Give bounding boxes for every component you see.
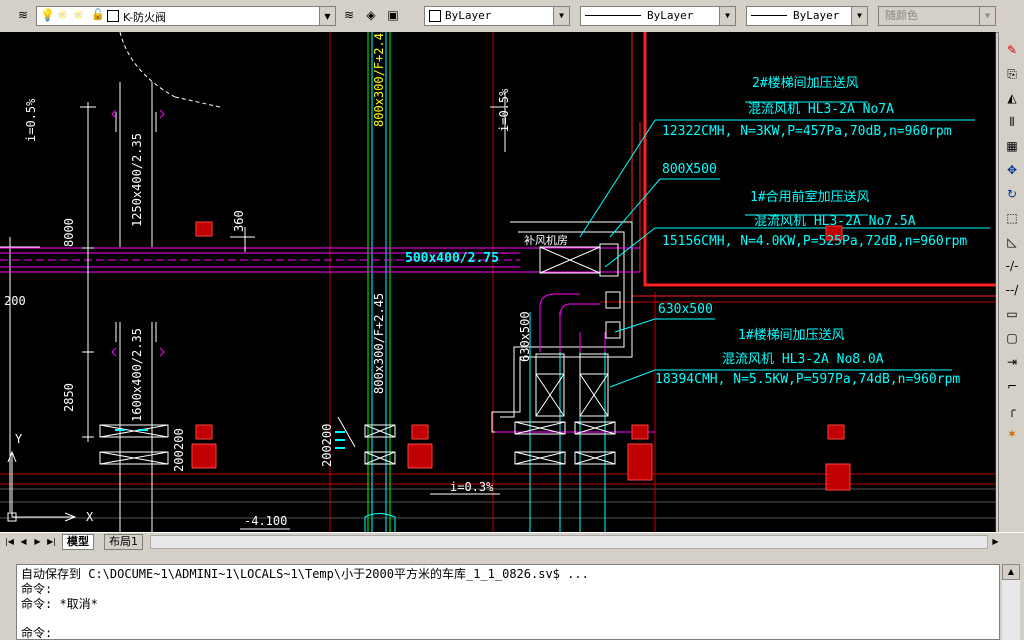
layer-name: K-防火阀 <box>123 11 167 24</box>
chevron-down-icon[interactable]: ▼ <box>319 7 335 25</box>
fan2-title: 2#楼梯间加压送风 <box>752 76 859 91</box>
duct-label-800-mid: 800x300/F+2.45 <box>372 292 386 394</box>
linetype-preview <box>585 15 641 16</box>
command-prompt[interactable]: 命令: <box>21 626 995 639</box>
command-window: 自动保存到 C:\DOCUME~1\ADMINI~1\LOCALS~1\Temp… <box>0 550 1024 640</box>
drawing-canvas[interactable]: i=0.5% i=0.5% i=0.3% 1250x400/2.35 1600x… <box>0 32 996 532</box>
layer-manager-icon[interactable]: ≋ <box>14 6 32 24</box>
fan1a-title: 1#合用前室加压送风 <box>750 190 870 205</box>
duct-label-630: 630x500 <box>518 311 532 362</box>
lineweight-value: ByLayer <box>793 9 840 22</box>
offset-icon[interactable]: ⫴ <box>1002 112 1022 132</box>
dim-label-200-left: 200 <box>4 294 26 308</box>
chevron-down-icon[interactable]: ▼ <box>851 7 867 25</box>
command-line-1: 自动保存到 C:\DOCUME~1\ADMINI~1\LOCALS~1\Temp… <box>21 567 589 581</box>
lock-icon[interactable]: 🔓 <box>91 8 105 21</box>
color-dropdown[interactable]: ByLayer ▼ <box>424 6 570 26</box>
dim-label-360: 360 <box>232 210 246 232</box>
fillet-icon[interactable]: ╭ <box>1002 400 1022 420</box>
array-icon[interactable]: ▦ <box>1002 136 1022 156</box>
command-line-3: 命令: *取消* <box>21 597 98 611</box>
layer-color-swatch <box>107 10 119 22</box>
dim-label-2850: 2850 <box>62 383 76 412</box>
color-swatch <box>429 10 441 22</box>
lineweight-dropdown[interactable]: ByLayer ▼ <box>746 6 868 26</box>
duct-label-1250: 1250x400/2.35 <box>130 133 144 227</box>
mirror-icon[interactable]: ◭ <box>1002 88 1022 108</box>
autocad-window: ≋ 💡 ☼ ☼ 🔓 K-防火阀 ▼ ≋ ◈ ▣ ByLayer ▼ ByLaye… <box>0 0 1024 640</box>
ucs-y-label: Y <box>15 432 23 446</box>
chevron-down-icon[interactable]: ▼ <box>553 7 569 25</box>
lineweight-preview <box>751 15 787 16</box>
layer-previous-icon[interactable]: ◈ <box>362 6 380 24</box>
break-icon[interactable]: ▢ <box>1002 328 1022 348</box>
dim-label-8000: 8000 <box>62 218 76 247</box>
scroll-up-icon[interactable]: ▲ <box>1002 564 1020 580</box>
modify-toolbar: ✎ ⎘ ◭ ⫴ ▦ ✥ ↻ ⬚ ◺ -/- --/ ▭ ▢ ⇥ ⌐ ╭ ✶ <box>998 32 1024 532</box>
dim-label-200-b: 200 <box>172 450 186 472</box>
slope-label-mid: i=0.5% <box>497 88 511 132</box>
break-at-point-icon[interactable]: ▭ <box>1002 304 1022 324</box>
sun-vp-icon[interactable]: ☼ <box>73 8 84 22</box>
layout-tab-bar: |◀ ◀ ▶ ▶| 模型 布局1 ▶ <box>0 532 1024 550</box>
fan1a-model: 混流风机 HL3-2A No7.5A <box>754 214 916 229</box>
lightbulb-icon[interactable]: 💡 <box>40 8 55 22</box>
command-line-2: 命令: <box>21 582 53 596</box>
plotstyle-value: 随颜色 <box>885 9 918 22</box>
fan2-spec: 12322CMH, N=3KW,P=457Pa,70dB,n=960rpm <box>662 124 952 139</box>
last-tab-icon[interactable]: ▶| <box>46 535 57 547</box>
join-icon[interactable]: ⇥ <box>1002 352 1022 372</box>
duct-label-500-horiz: 500x400/2.75 <box>405 251 499 266</box>
fan1b-title: 1#楼梯间加压送风 <box>738 328 845 343</box>
duct-label-1600: 1600x400/2.35 <box>130 328 144 422</box>
explode-icon[interactable]: ✶ <box>1002 424 1022 444</box>
layer-states-icon[interactable]: ▣ <box>384 6 402 24</box>
layer-dropdown[interactable]: 💡 ☼ ☼ 🔓 K-防火阀 ▼ <box>36 6 336 26</box>
move-icon[interactable]: ✥ <box>1002 160 1022 180</box>
dim-label-200200: 200200 <box>320 423 334 467</box>
scroll-right-icon[interactable]: ▶ <box>990 535 1001 547</box>
color-value: ByLayer <box>445 9 492 22</box>
sun-icon[interactable]: ☼ <box>57 8 68 22</box>
level-label: -4.100 <box>244 514 288 528</box>
tab-model[interactable]: 模型 <box>62 534 94 550</box>
make-current-layer-icon[interactable]: ≋ <box>340 6 358 24</box>
tab-layout1[interactable]: 布局1 <box>104 534 143 550</box>
scale-icon[interactable]: ⬚ <box>1002 208 1022 228</box>
trim-icon[interactable]: -/- <box>1002 256 1022 276</box>
size-label-630x500: 630x500 <box>658 302 713 317</box>
horizontal-scrollbar[interactable] <box>150 535 988 549</box>
first-tab-icon[interactable]: |◀ <box>4 535 15 547</box>
linetype-dropdown[interactable]: ByLayer ▼ <box>580 6 736 26</box>
rotate-icon[interactable]: ↻ <box>1002 184 1022 204</box>
erase-icon[interactable]: ✎ <box>1002 40 1022 60</box>
chevron-down-icon: ▼ <box>979 7 995 25</box>
chamfer-icon[interactable]: ⌐ <box>1002 376 1022 396</box>
plotstyle-dropdown: 随颜色 ▼ <box>878 6 996 26</box>
fan1b-model: 混流风机 HL3-2A No8.0A <box>722 352 884 367</box>
linetype-value: ByLayer <box>647 9 694 22</box>
copy-icon[interactable]: ⎘ <box>1002 64 1022 84</box>
command-scrollbar[interactable]: ▲ <box>1002 564 1020 640</box>
chevron-down-icon[interactable]: ▼ <box>719 7 735 25</box>
fan1a-spec: 15156CMH, N=4.0KW,P=525Pa,72dB,n=960rpm <box>662 234 968 249</box>
fan1b-spec: 18394CMH, N=5.5KW,P=597Pa,74dB,n=960rpm <box>655 372 961 387</box>
dim-label-200-a: 200 <box>172 428 186 450</box>
fan2-model: 混流风机 HL3-2A No7A <box>748 102 894 117</box>
extend-icon[interactable]: --/ <box>1002 280 1022 300</box>
ucs-x-label: X <box>86 510 94 524</box>
room-label: 补风机房 <box>524 234 568 247</box>
duct-label-800-top: 800x300/F+2.45 <box>372 32 386 127</box>
prev-tab-icon[interactable]: ◀ <box>18 535 29 547</box>
size-label-800x500: 800X500 <box>662 162 717 177</box>
slope-label-bottom: i=0.3% <box>450 480 494 494</box>
slope-label-left: i=0.5% <box>24 98 38 142</box>
command-history[interactable]: 自动保存到 C:\DOCUME~1\ADMINI~1\LOCALS~1\Temp… <box>16 564 1000 640</box>
stretch-icon[interactable]: ◺ <box>1002 232 1022 252</box>
layer-properties-toolbar: ≋ 💡 ☼ ☼ 🔓 K-防火阀 ▼ ≋ ◈ ▣ ByLayer ▼ ByLaye… <box>0 0 1024 33</box>
next-tab-icon[interactable]: ▶ <box>32 535 43 547</box>
